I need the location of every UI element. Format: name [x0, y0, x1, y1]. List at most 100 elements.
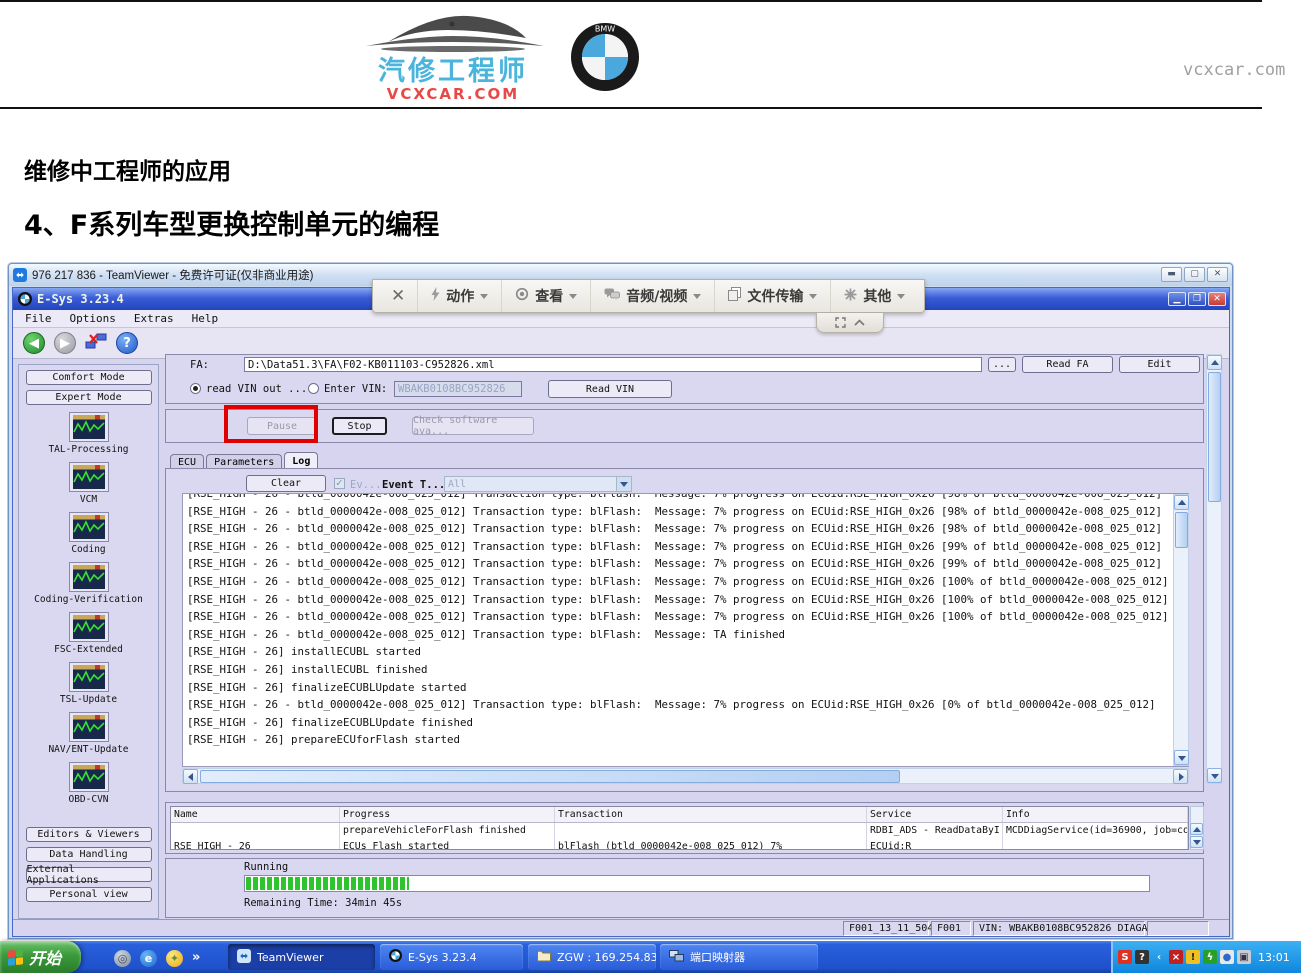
log-vscrollbar[interactable] [1173, 494, 1189, 766]
log-hscroll-thumb[interactable] [200, 770, 900, 783]
collapse-chevron-icon[interactable]: ‹ [1152, 950, 1166, 964]
sidebar-module-nav-ent-update[interactable]: NAV/ENT-Update [29, 712, 149, 755]
teamviewer-toolbar-tab[interactable] [816, 313, 884, 333]
chevron-up-icon[interactable] [854, 319, 865, 326]
stop-button[interactable]: Stop [332, 417, 387, 435]
table-row[interactable]: RSE_HIGH - 26ECUs Flash startedblFlash (… [171, 839, 1188, 850]
scroll-up-icon[interactable] [1207, 355, 1222, 370]
tv-minimize-button[interactable]: ▬ [1161, 267, 1182, 282]
scroll-up-icon[interactable] [1190, 823, 1203, 835]
more-icon[interactable]: » [192, 950, 200, 965]
log-vscroll-thumb[interactable] [1175, 512, 1188, 548]
site-watermark: vcxcar.com [1183, 60, 1285, 80]
sidebar-button-external-applications[interactable]: External Applications [26, 867, 152, 882]
tv-close-button[interactable]: ✕ [1207, 267, 1228, 282]
main-vscroll-thumb[interactable] [1208, 372, 1221, 502]
disc-icon[interactable]: ● [1220, 950, 1234, 964]
sidebar-module-tsl-update[interactable]: TSL-Update [29, 662, 149, 705]
column-header-transaction[interactable]: Transaction [555, 807, 867, 822]
table-cell: blFlash (btld_0000042e-008_025_012) 7% [555, 839, 867, 850]
warning-icon[interactable]: ! [1186, 950, 1200, 964]
scroll-up-icon[interactable] [1174, 495, 1189, 510]
launcher-icon[interactable]: ◎ [114, 947, 131, 967]
events-checkbox[interactable]: ✓ [334, 478, 345, 489]
system-tray: S?‹×!ϟ●▣ 13:01 [1111, 941, 1301, 973]
tab-ecu[interactable]: ECU [170, 454, 204, 469]
column-header-progress[interactable]: Progress [340, 807, 555, 822]
tv-toolbar-item-3[interactable]: 文件传输 [714, 280, 830, 312]
sidebar-module-obd-cvn[interactable]: OBD-CVN [29, 762, 149, 805]
signal-icon[interactable]: ϟ [1203, 950, 1217, 964]
scroll-down-icon[interactable] [1190, 836, 1203, 848]
column-header-info[interactable]: Info [1003, 807, 1188, 822]
read-vin-button[interactable]: Read VIN [548, 380, 672, 398]
column-header-name[interactable]: Name [171, 807, 340, 822]
fa-path-field[interactable]: D:\Data51.3\FA\F02-KB011103-C952826.xml [244, 357, 982, 372]
menu-item-file[interactable]: File [25, 312, 52, 325]
enter-vin-radio[interactable] [308, 383, 319, 394]
start-button[interactable]: 开始 [0, 941, 81, 973]
read-fa-button[interactable]: Read FA [1022, 356, 1113, 373]
sidebar-module-tal-processing[interactable]: TAL-Processing [29, 412, 149, 455]
event-filter-combo[interactable]: All [444, 476, 632, 492]
esys-minimize-button[interactable]: ▁ [1168, 292, 1186, 306]
tv-toolbar-item-2[interactable]: 音频/视频 [590, 280, 714, 312]
sogou-icon[interactable]: S [1118, 950, 1132, 964]
shield-icon[interactable]: ✦ [166, 947, 183, 967]
taskbar-task-3[interactable]: 端口映射器 [660, 944, 818, 970]
help-button[interactable]: ? [116, 332, 138, 354]
help-icon[interactable]: ? [1135, 950, 1149, 964]
scroll-left-icon[interactable] [183, 769, 198, 784]
tv-toolbar-item-1[interactable]: 查看 [501, 280, 590, 312]
vin-field[interactable]: WBAKB0108BC952826 [394, 381, 522, 397]
tab-log[interactable]: Log [284, 452, 318, 468]
clear-button[interactable]: Clear [246, 475, 326, 492]
sidebar-module-coding[interactable]: Coding [29, 512, 149, 555]
check-software-button[interactable]: Check software ava... [412, 417, 534, 435]
fa-browse-button[interactable]: ... [988, 357, 1016, 372]
tv-toolbar-close-button[interactable]: ✕ [379, 286, 417, 306]
port-mapper-icon [669, 950, 684, 965]
table-row[interactable]: prepareVehicleForFlash finishedRDBI_ADS … [171, 823, 1188, 839]
scroll-right-icon[interactable] [1173, 769, 1188, 784]
main-vscrollbar[interactable] [1206, 354, 1222, 784]
ie-icon[interactable]: e [140, 947, 157, 967]
scroll-down-icon[interactable] [1207, 768, 1222, 783]
back-button[interactable]: ◀ [23, 332, 45, 354]
sidebar-module-coding-verification[interactable]: Coding-Verification [29, 562, 149, 605]
tab-parameters[interactable]: Parameters [206, 454, 282, 469]
sidebar-button-comfort-mode[interactable]: Comfort Mode [26, 370, 152, 385]
menu-item-help[interactable]: Help [192, 312, 219, 325]
sidebar-button-personal-view[interactable]: Personal view [26, 887, 152, 902]
esys-maximize-button[interactable]: ❐ [1188, 292, 1206, 306]
menu-item-extras[interactable]: Extras [134, 312, 174, 325]
waveform-icon [69, 762, 109, 792]
table-vscrollbar[interactable] [1190, 806, 1204, 850]
display-icon[interactable]: ▣ [1237, 950, 1251, 964]
connection-icon[interactable] [85, 331, 107, 355]
sidebar-button-expert-mode[interactable]: Expert Mode [26, 390, 152, 405]
taskbar-task-2[interactable]: ZGW : 169.254.83.20 [528, 944, 656, 970]
sidebar-button-data-handling[interactable]: Data Handling [26, 847, 152, 862]
esys-close-button[interactable]: ✕ [1208, 292, 1226, 306]
sidebar-module-vcm[interactable]: VCM [29, 462, 149, 505]
sidebar-module-fsc-extended[interactable]: FSC-Extended [29, 612, 149, 655]
sidebar: Comfort Mode Expert Mode TAL-Processing VC… [18, 364, 159, 919]
chevron-down-icon[interactable] [616, 477, 631, 491]
sidebar-button-editors-viewers[interactable]: Editors & Viewers [26, 827, 152, 842]
tv-maximize-button[interactable]: ▢ [1184, 267, 1205, 282]
bmw-logo-icon: BMW [570, 22, 640, 96]
menu-item-options[interactable]: Options [70, 312, 116, 325]
tv-toolbar-item-4[interactable]: 其他 [830, 280, 918, 312]
log-hscrollbar[interactable] [182, 768, 1189, 784]
scroll-down-icon[interactable] [1174, 750, 1189, 765]
column-header-service[interactable]: Service [867, 807, 1003, 822]
taskbar-task-0[interactable]: TeamViewer [228, 944, 375, 970]
expand-icon[interactable] [835, 317, 846, 328]
forward-button[interactable]: ▶ [54, 332, 76, 354]
tv-toolbar-item-0[interactable]: 动作 [417, 280, 501, 312]
taskbar-task-1[interactable]: E-Sys 3.23.4 [380, 944, 523, 970]
edit-button[interactable]: Edit [1119, 356, 1200, 373]
alert-icon[interactable]: × [1169, 950, 1183, 964]
read-vin-radio[interactable] [190, 383, 201, 394]
